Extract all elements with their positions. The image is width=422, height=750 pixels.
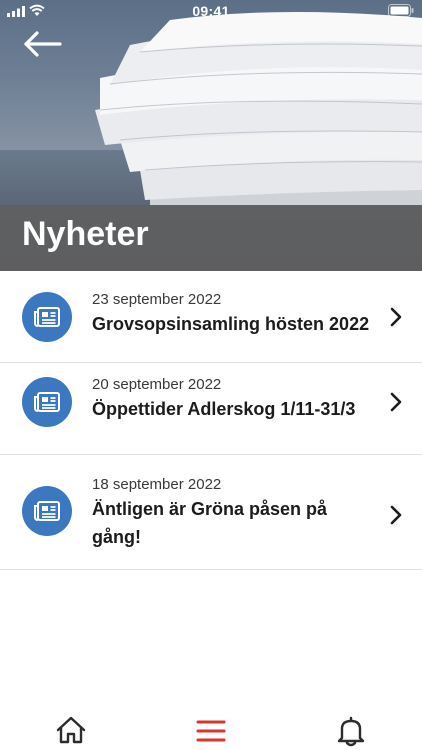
chevron-right-icon	[390, 392, 402, 412]
news-item[interactable]: 18 september 2022 Äntligen är Gröna påse…	[0, 455, 422, 570]
news-item[interactable]: 23 september 2022 Grovsopsinsamling höst…	[0, 271, 422, 363]
news-title: Öppettider Adlerskog 1/11-31/3	[92, 399, 356, 419]
news-title: Äntligen är Gröna påsen på gång!	[92, 499, 328, 547]
status-bar: 09:41	[0, 0, 422, 24]
newspaper-icon	[34, 392, 60, 412]
news-list: 23 september 2022 Grovsopsinsamling höst…	[0, 271, 422, 570]
news-date: 23 september 2022	[92, 291, 222, 308]
chevron-right-icon	[390, 307, 402, 327]
back-button[interactable]	[22, 26, 66, 62]
header-image: 09:41 Nyheter	[0, 0, 422, 271]
tab-notifications[interactable]	[331, 714, 371, 748]
bell-icon	[337, 716, 365, 747]
title-band: Nyheter	[0, 205, 422, 271]
news-icon-circle	[22, 292, 72, 342]
news-icon-circle	[22, 377, 72, 427]
battery-icon	[388, 4, 414, 17]
newspaper-icon	[34, 501, 60, 521]
status-time: 09:41	[192, 3, 230, 19]
tab-bar	[0, 700, 422, 750]
newspaper-icon	[34, 307, 60, 327]
page-title: Nyheter	[22, 215, 149, 253]
chevron-right-icon	[390, 505, 402, 525]
menu-icon	[196, 720, 226, 742]
tab-home[interactable]	[51, 714, 91, 748]
arrow-left-icon	[24, 31, 62, 57]
news-item[interactable]: 20 september 2022 Öppettider Adlerskog 1…	[0, 363, 422, 455]
news-date: 20 september 2022	[92, 376, 222, 393]
home-icon	[56, 716, 86, 744]
news-icon-circle	[22, 486, 72, 536]
news-title: Grovsopsinsamling hösten 2022	[92, 314, 370, 334]
news-date: 18 september 2022	[92, 476, 222, 493]
tab-menu[interactable]	[191, 714, 231, 748]
